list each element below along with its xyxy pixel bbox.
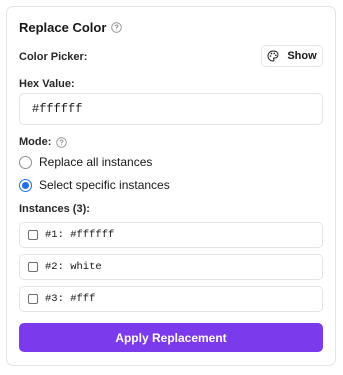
instance-checkbox[interactable]: [28, 230, 38, 240]
instance-text: #1: #ffffff: [45, 229, 115, 241]
hex-value-label: Hex Value:: [19, 78, 75, 90]
panel-title: Replace Color: [19, 20, 107, 35]
radio-label: Replace all instances: [39, 155, 153, 169]
radio-button[interactable]: [19, 155, 32, 169]
instance-checkbox[interactable]: [28, 294, 38, 304]
instance-checkbox[interactable]: [28, 262, 38, 272]
instances-label: Instances (3):: [19, 203, 90, 215]
instance-item[interactable]: #1: #ffffff: [19, 222, 323, 248]
instance-text: #2: white: [45, 261, 102, 273]
instance-item[interactable]: #2: white: [19, 254, 323, 280]
palette-icon: [267, 50, 279, 62]
color-picker-label: Color Picker:: [19, 51, 88, 63]
radio-label: Select specific instances: [39, 178, 170, 192]
radio-replace-all[interactable]: Replace all instances: [19, 155, 152, 169]
help-circle-icon[interactable]: [111, 22, 123, 33]
show-button-label: Show: [287, 50, 317, 62]
radio-select-specific[interactable]: Select specific instances: [19, 178, 170, 192]
instance-text: #3: #fff: [45, 293, 96, 305]
show-color-picker-button[interactable]: Show: [261, 45, 323, 67]
instance-item[interactable]: #3: #fff: [19, 286, 323, 312]
help-circle-icon[interactable]: [56, 136, 68, 148]
mode-label: Mode:: [19, 136, 52, 148]
hex-value-input[interactable]: [19, 93, 323, 125]
panel-header: Replace Color: [19, 20, 123, 35]
replace-color-panel: Replace Color Color Picker: Show Hex Val…: [6, 6, 336, 366]
radio-button-selected[interactable]: [19, 178, 32, 192]
mode-header: Mode:: [19, 136, 68, 148]
apply-replacement-button[interactable]: Apply Replacement: [19, 323, 323, 352]
